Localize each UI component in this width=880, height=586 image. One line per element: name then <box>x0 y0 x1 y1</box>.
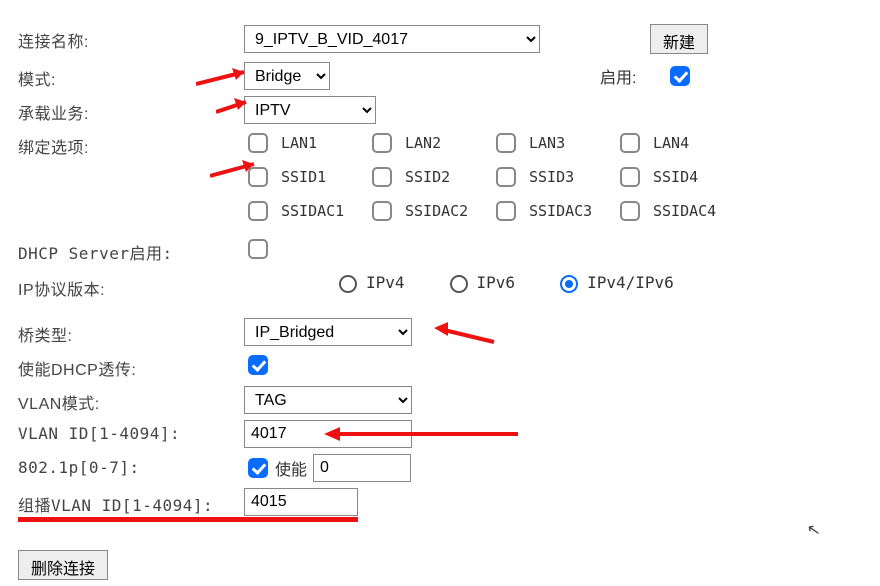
mode-select[interactable]: Bridge <box>244 62 330 90</box>
bind-ssidac1-checkbox[interactable] <box>248 201 268 221</box>
highlight-underline <box>18 517 358 522</box>
delete-button[interactable]: 删除连接 <box>18 550 108 580</box>
label-mcast-vlan: 组播VLAN ID[1-4094]: <box>18 488 244 516</box>
mcast-vlan-input[interactable] <box>244 488 358 516</box>
bind-lan4-checkbox[interactable] <box>620 133 640 153</box>
label-8021p-enable: 使能 <box>275 456 307 480</box>
bind-ssid3-checkbox[interactable] <box>496 167 516 187</box>
bind-lan2-checkbox[interactable] <box>372 133 392 153</box>
ipv4ipv6-radio[interactable] <box>560 275 578 293</box>
label-bridge-type: 桥类型: <box>18 318 244 346</box>
8021p-value-input[interactable] <box>313 454 411 482</box>
wan-config-form: 连接名称: 9_IPTV_B_VID_4017 新建 模式: Bridge 启用… <box>18 24 862 580</box>
label-ip-version: IP协议版本: <box>18 272 244 300</box>
label-enable: 启用: <box>600 64 636 88</box>
label-dhcp-pt: 使能DHCP透传: <box>18 352 244 380</box>
cursor-icon: ↖ <box>805 519 822 541</box>
bind-row-ssidac: SSIDAC1 SSIDAC2 SSIDAC3 SSIDAC4 <box>244 198 862 224</box>
bind-ssidac3-checkbox[interactable] <box>496 201 516 221</box>
new-button[interactable]: 新建 <box>650 24 708 54</box>
ipv4-radio[interactable] <box>339 275 357 293</box>
label-binding: 绑定选项: <box>18 130 244 158</box>
dhcp-server-checkbox[interactable] <box>248 239 268 259</box>
label-8021p: 802.1p[0-7]: <box>18 454 244 477</box>
label-dhcp-server: DHCP Server启用: <box>18 236 244 264</box>
vlan-mode-select[interactable]: TAG <box>244 386 412 414</box>
label-vlan-mode: VLAN模式: <box>18 386 244 414</box>
bridge-type-select[interactable]: IP_Bridged <box>244 318 412 346</box>
enable-checkbox[interactable] <box>670 66 690 86</box>
bind-lan3-checkbox[interactable] <box>496 133 516 153</box>
8021p-enable-checkbox[interactable] <box>248 458 268 478</box>
bind-ssidac2-checkbox[interactable] <box>372 201 392 221</box>
bind-lan1-checkbox[interactable] <box>248 133 268 153</box>
label-mode: 模式: <box>18 62 244 90</box>
bind-ssid2-checkbox[interactable] <box>372 167 392 187</box>
bind-row-lan: LAN1 LAN2 LAN3 LAN4 <box>244 130 862 156</box>
bind-ssid1-checkbox[interactable] <box>248 167 268 187</box>
label-conn-name: 连接名称: <box>18 24 244 52</box>
vlan-id-input[interactable] <box>244 420 412 448</box>
label-service: 承载业务: <box>18 96 244 124</box>
label-vlan-id: VLAN ID[1-4094]: <box>18 420 244 443</box>
conn-name-select[interactable]: 9_IPTV_B_VID_4017 <box>244 25 540 53</box>
ipv6-radio[interactable] <box>450 275 468 293</box>
service-select[interactable]: IPTV <box>244 96 376 124</box>
bind-ssid4-checkbox[interactable] <box>620 167 640 187</box>
dhcp-pt-checkbox[interactable] <box>248 355 268 375</box>
bind-row-ssid: SSID1 SSID2 SSID3 SSID4 <box>244 164 862 190</box>
bind-ssidac4-checkbox[interactable] <box>620 201 640 221</box>
